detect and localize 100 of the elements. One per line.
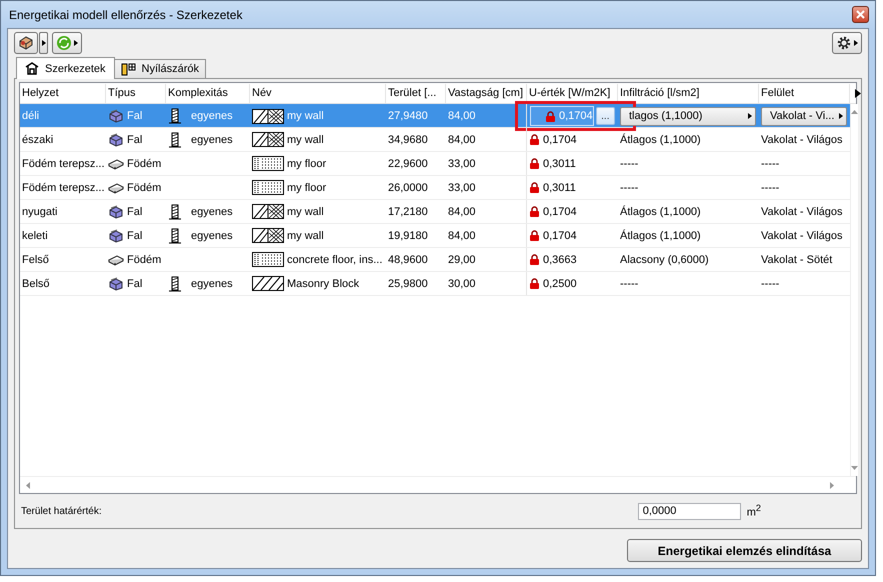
- table-cell: 84,00: [446, 200, 527, 223]
- table-cell-text: 22,9600: [387, 156, 429, 172]
- table-cell: 0,1704: [543, 206, 577, 218]
- hatch-pattern-icon: [252, 228, 284, 243]
- table-cell: Masonry Block: [287, 278, 360, 290]
- box-icon: [18, 35, 34, 51]
- wall-icon: [108, 204, 124, 218]
- start-analysis-button[interactable]: Energetikai elemzés elindítása: [627, 539, 862, 562]
- table-cell-text: 27,9480: [387, 109, 429, 124]
- table-row[interactable]: Födém terepsz... Födém my floor 26,0000 33,00 0,3011 ----- -----: [20, 176, 850, 200]
- lock-icon: [529, 134, 540, 145]
- column-header[interactable]: Terület [...: [386, 84, 446, 102]
- scroll-up-icon: [851, 110, 858, 114]
- hatch-pattern-icon: [252, 108, 284, 124]
- table-cell-text: Átlagos (1,1000): [619, 132, 702, 148]
- settings-button[interactable]: [832, 32, 862, 54]
- column-header[interactable]: Felület: [759, 84, 850, 102]
- table-cell-text: 19,9180: [387, 228, 429, 244]
- table-row[interactable]: Födém terepsz... Födém my floor 22,9600 33,00 0,3011 ----- -----: [20, 152, 850, 176]
- triangle-right-icon: [855, 88, 861, 98]
- more-button[interactable]: ...: [596, 107, 615, 125]
- table-cell: Fal: [127, 134, 142, 146]
- caret-icon: [854, 40, 858, 46]
- table-cell: egyenes: [191, 230, 233, 242]
- dropdown-button[interactable]: [39, 32, 48, 54]
- table-cell-text: Átlagos (1,1000): [619, 228, 702, 244]
- table-cell-text: -----: [760, 180, 780, 196]
- table-cell: 29,00: [446, 248, 527, 271]
- caret-icon: [74, 40, 78, 46]
- scroll-down-icon: [851, 466, 858, 470]
- tab[interactable]: Nyílászárók: [114, 59, 206, 78]
- dotted-pattern-icon: [252, 180, 284, 195]
- unit-label: m$^{2}$: [746, 503, 761, 519]
- column-header[interactable]: Helyzet: [20, 84, 106, 102]
- table-cell: egyenes: [191, 278, 233, 290]
- table-cell-text: Átlagos (1,1000): [619, 204, 702, 220]
- table-cell-text: Belső: [21, 276, 51, 292]
- table-cell: 84,00: [446, 104, 527, 128]
- table-cell: my wall: [287, 134, 324, 146]
- table-cell: Födém: [127, 254, 162, 266]
- table-cell: my floor: [287, 158, 326, 170]
- table-cell: 30,00: [446, 272, 527, 295]
- table-cell: concrete floor, ins...: [287, 254, 382, 266]
- table-cell-text: Vakolat - Világos: [760, 204, 844, 220]
- straight-wall-icon: [168, 276, 182, 292]
- straight-wall-icon: [168, 228, 182, 244]
- table-cell: my floor: [287, 182, 326, 194]
- hatch-pattern-icon: [252, 132, 284, 147]
- lock-icon: [529, 158, 540, 169]
- lock-icon: [529, 206, 540, 217]
- column-header[interactable]: Infiltráció [l/sm2]: [618, 84, 759, 102]
- caret-icon: [42, 40, 46, 46]
- tab[interactable]: Szerkezetek: [16, 57, 115, 79]
- table-cell-text: 26,0000: [387, 180, 429, 196]
- column-header[interactable]: Név: [250, 84, 386, 102]
- column-header[interactable]: Típus: [106, 84, 166, 102]
- table-row[interactable]: déli Fal egyenes my wall 27,9480 84,00 0,1704 ... tlagos (1,1000) Vakolat - Vi...: [20, 104, 850, 128]
- table-cell-text: nyugati: [21, 204, 58, 220]
- close-button[interactable]: [852, 6, 869, 23]
- table-cell-text: -----: [760, 156, 780, 172]
- table-cell: Födém: [127, 182, 162, 194]
- straight-wall-icon: [168, 204, 182, 220]
- table-cell: 84,00: [446, 128, 527, 151]
- column-header[interactable]: U-érték [W/m2K]: [527, 84, 618, 102]
- close-icon: [856, 10, 865, 19]
- table-cell-text: 34,9680: [387, 132, 429, 148]
- table-row[interactable]: Belső Fal egyenes Masonry Block 25,9800 30,00 0,2500 ----- -----: [20, 272, 850, 296]
- column-header[interactable]: Komplexitás: [166, 84, 250, 102]
- door-window-icon: [120, 62, 136, 76]
- infiltration-dropdown[interactable]: tlagos (1,1000): [620, 106, 756, 126]
- hatch-pattern-icon: [252, 204, 284, 219]
- table-row[interactable]: északi Fal egyenes my wall 34,9680 84,00 0,1704 Átlagos (1,1000) Vakolat - Világos: [20, 128, 850, 152]
- table-cell-text: déli: [21, 109, 40, 124]
- area-limit-field[interactable]: 0,0000: [638, 502, 741, 520]
- scroll-right-icon: [830, 482, 834, 488]
- lock-icon: [545, 110, 556, 122]
- table-cell: 33,00: [446, 176, 527, 199]
- table-cell: 0,1704: [543, 134, 577, 146]
- toolbar-button[interactable]: [14, 32, 38, 54]
- lock-icon: [529, 278, 540, 289]
- lock-icon: [529, 254, 540, 265]
- table-cell-text: -----: [619, 180, 640, 196]
- table-cell: my wall: [287, 206, 324, 218]
- table-cell: 84,00: [446, 224, 527, 247]
- table-cell: 0,3663: [543, 254, 577, 266]
- table-row[interactable]: Felső Födém concrete floor, ins... 48,9600 29,00 0,3663 Alacsony (0,6000) Vakolat - Sötét: [20, 248, 850, 272]
- table-cell: egyenes: [191, 110, 233, 122]
- column-header[interactable]: Vastagság [cm]: [446, 84, 527, 102]
- table-cell: Fal: [127, 230, 142, 242]
- table-cell-text: Alacsony (0,6000): [619, 252, 710, 268]
- table-cell: 0,3011: [543, 182, 576, 194]
- table-cell: Fal: [127, 206, 142, 218]
- table-cell-text: keleti: [21, 228, 49, 244]
- surface-dropdown[interactable]: Vakolat - Vi...: [761, 106, 847, 126]
- table-row[interactable]: keleti Fal egyenes my wall 19,9180 84,00 0,1704 Átlagos (1,1000) Vakolat - Világos: [20, 224, 850, 248]
- table-cell: Fal: [127, 278, 142, 290]
- vertical-scrollbar[interactable]: [850, 104, 858, 476]
- table-row[interactable]: nyugati Fal egyenes my wall 17,2180 84,00 0,1704 Átlagos (1,1000) Vakolat - Világos: [20, 200, 850, 224]
- dotted-pattern-icon: [252, 156, 284, 171]
- lock-icon: [529, 182, 540, 193]
